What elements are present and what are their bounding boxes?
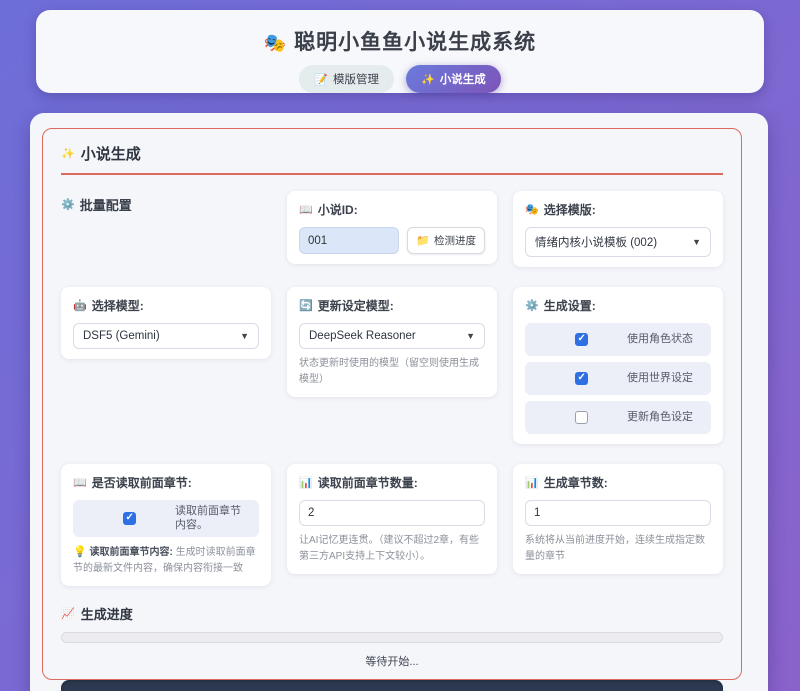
chart-increasing-icon: 📈: [61, 607, 75, 620]
read-previous-label-text: 是否读取前面章节:: [92, 474, 192, 491]
batch-config-label-text: 批量配置: [80, 195, 132, 214]
model-select[interactable]: DSF5 (Gemini) ▼: [73, 323, 259, 349]
check-progress-label: 检测进度: [434, 233, 476, 248]
sparkles-icon: ✨: [61, 147, 75, 160]
form-grid: ⚙️ 批量配置 📖 小说ID: 📁 检测进度: [61, 191, 723, 586]
template-select-cell: 🎭 选择模版: 情绪内核小说模板 (002) ▼: [513, 191, 723, 267]
read-previous-cell: 📖 是否读取前面章节: 读取前面章节内容。 💡 读取前面章节内容: 生成时读取前…: [61, 464, 271, 586]
novel-id-label-text: 小说ID:: [318, 201, 358, 218]
checkbox-label: 使用世界设定: [627, 371, 701, 385]
template-select[interactable]: 情绪内核小说模板 (002) ▼: [525, 227, 711, 257]
update-model-select[interactable]: DeepSeek Reasoner ▼: [299, 323, 485, 349]
book-icon: 📖: [299, 203, 313, 216]
novel-id-cell: 📖 小说ID: 📁 检测进度: [287, 191, 497, 264]
model-select-label-text: 选择模型:: [92, 297, 144, 314]
progress-title-text: 生成进度: [81, 604, 133, 623]
update-model-helper: 状态更新时使用的模型（留空则使用生成模型）: [299, 356, 485, 387]
update-model-label: 🔄 更新设定模型:: [299, 297, 485, 314]
checkbox-label: 使用角色状态: [627, 332, 701, 346]
use-world-setting-row: 使用世界设定: [525, 362, 711, 395]
update-character-setting-row: 更新角色设定: [525, 401, 711, 434]
update-model-value: DeepSeek Reasoner: [309, 330, 416, 342]
read-previous-helper: 💡 读取前面章节内容: 生成时读取前面章节的最新文件内容，确保内容衔接一致: [73, 544, 259, 577]
masks-icon: 🎭: [264, 33, 287, 53]
template-select-label: 🎭 选择模版:: [525, 201, 711, 218]
progress-bar: [61, 632, 723, 643]
gear-icon: ⚙️: [61, 198, 75, 211]
generation-settings-cell: ⚙️ 生成设置: 使用角色状态 使用世界设定 更新角色设定: [513, 287, 723, 444]
chapter-count-label: 📊 生成章节数:: [525, 474, 711, 491]
bar-chart-icon: 📊: [525, 476, 539, 489]
batch-config-label: ⚙️ 批量配置: [61, 195, 271, 214]
tab-novel-generation[interactable]: ✨ 小说生成: [406, 65, 501, 93]
batch-config-label-cell: ⚙️ 批量配置: [61, 191, 271, 227]
generation-settings-label: ⚙️ 生成设置:: [525, 297, 711, 314]
update-character-setting-checkbox[interactable]: [575, 411, 588, 424]
app-header: 🎭 聪明小鱼鱼小说生成系统 📝 模版管理 ✨ 小说生成: [36, 10, 764, 93]
novel-generation-panel: ✨ 小说生成 ⚙️ 批量配置 📖 小说ID: 📁: [42, 128, 742, 680]
chevron-down-icon: ▼: [692, 237, 701, 247]
section-title-text: 小说生成: [81, 143, 141, 164]
novel-id-label: 📖 小说ID:: [299, 201, 485, 218]
tab-bar: 📝 模版管理 ✨ 小说生成: [36, 65, 764, 93]
use-character-state-row: 使用角色状态: [525, 323, 711, 356]
check-progress-button[interactable]: 📁 检测进度: [407, 227, 485, 254]
chapter-count-label-text: 生成章节数:: [544, 474, 608, 491]
refresh-icon: 🔄: [299, 299, 313, 312]
checkbox-label: 更新角色设定: [627, 410, 701, 424]
memo-icon: 📝: [314, 73, 328, 86]
model-select-value: DSF5 (Gemini): [83, 330, 160, 342]
model-select-cell: 🤖 选择模型: DSF5 (Gemini) ▼: [61, 287, 271, 359]
template-select-label-text: 选择模版:: [544, 201, 596, 218]
update-model-label-text: 更新设定模型:: [318, 297, 394, 314]
model-select-label: 🤖 选择模型:: [73, 297, 259, 314]
book-icon: 📖: [73, 476, 87, 489]
use-character-state-checkbox[interactable]: [575, 333, 588, 346]
app-title: 🎭 聪明小鱼鱼小说生成系统: [36, 10, 764, 56]
chapter-count-cell: 📊 生成章节数: 系统将从当前进度开始，连续生成指定数量的章节: [513, 464, 723, 574]
read-previous-row: 读取前面章节内容。: [73, 500, 259, 537]
read-previous-checkbox[interactable]: [123, 512, 136, 525]
checkbox-label: 读取前面章节内容。: [175, 504, 249, 533]
log-console: [16:00:17] 检测到小说 001，当前已生成 4 章，下一章为第 5 章: [61, 680, 723, 691]
chevron-down-icon: ▼: [240, 331, 249, 341]
main-content-card: ✨ 小说生成 ⚙️ 批量配置 📖 小说ID: 📁: [30, 113, 768, 691]
read-count-label-text: 读取前面章节数量:: [318, 474, 418, 491]
read-count-helper: 让AI记忆更连贯。（建议不超过2章，有些第三方API支持上下文较小）。: [299, 533, 485, 564]
update-model-cell: 🔄 更新设定模型: DeepSeek Reasoner ▼ 状态更新时使用的模型…: [287, 287, 497, 397]
bulb-icon: 💡: [73, 546, 87, 558]
folder-icon: 📁: [416, 234, 430, 247]
template-select-value: 情绪内核小说模板 (002): [535, 234, 657, 250]
read-previous-helper-bold: 读取前面章节内容:: [89, 547, 172, 558]
use-world-setting-checkbox[interactable]: [575, 372, 588, 385]
novel-id-input[interactable]: [299, 227, 399, 254]
sparkles-icon: ✨: [421, 73, 435, 86]
read-previous-label: 📖 是否读取前面章节:: [73, 474, 259, 491]
app-title-text: 聪明小鱼鱼小说生成系统: [294, 31, 536, 54]
chapter-count-helper: 系统将从当前进度开始，连续生成指定数量的章节: [525, 533, 711, 564]
progress-title: 📈 生成进度: [61, 604, 723, 623]
read-count-input[interactable]: [299, 500, 485, 526]
chevron-down-icon: ▼: [466, 331, 475, 341]
gear-icon: ⚙️: [525, 299, 539, 312]
tab-label: 小说生成: [440, 71, 486, 87]
tab-label: 模版管理: [333, 71, 379, 87]
tab-template-management[interactable]: 📝 模版管理: [299, 65, 394, 93]
progress-section: 📈 生成进度 等待开始...: [61, 604, 723, 669]
read-count-label: 📊 读取前面章节数量:: [299, 474, 485, 491]
section-title: ✨ 小说生成: [61, 143, 723, 175]
read-count-cell: 📊 读取前面章节数量: 让AI记忆更连贯。（建议不超过2章，有些第三方API支持…: [287, 464, 497, 574]
masks-icon: 🎭: [525, 203, 539, 216]
bar-chart-icon: 📊: [299, 476, 313, 489]
robot-icon: 🤖: [73, 299, 87, 312]
generation-settings-label-text: 生成设置:: [544, 297, 596, 314]
chapter-count-input[interactable]: [525, 500, 711, 526]
progress-status: 等待开始...: [61, 653, 723, 669]
